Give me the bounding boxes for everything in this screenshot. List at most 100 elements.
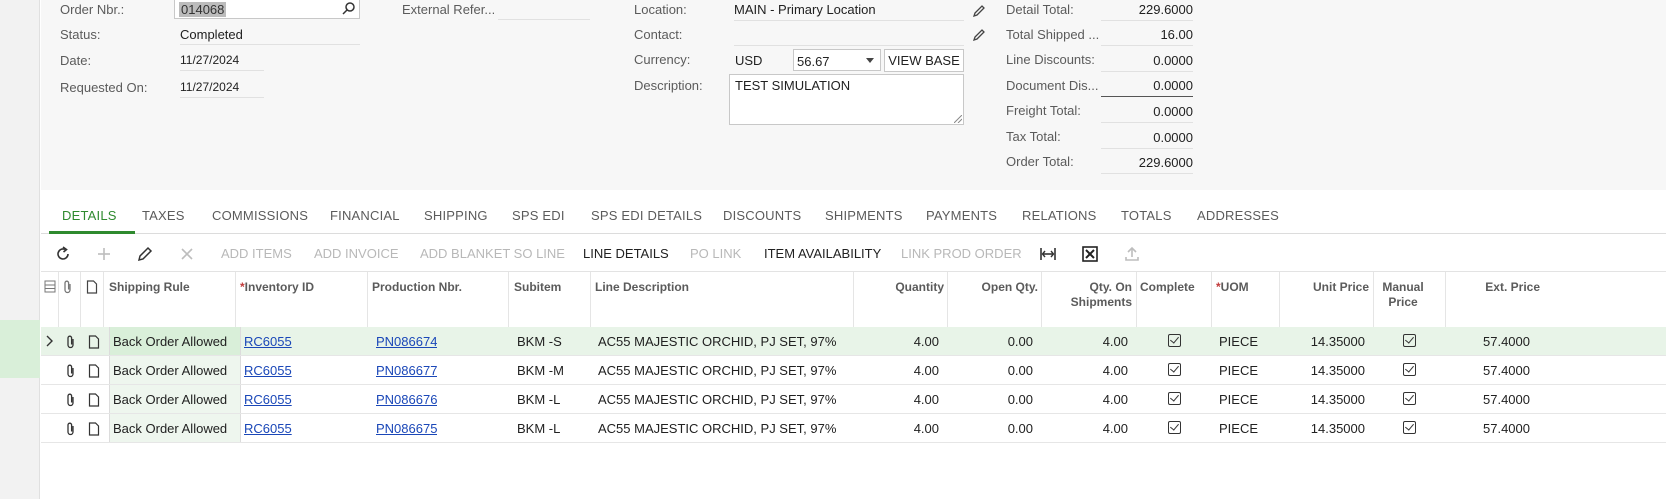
col-shipping-rule[interactable]: Shipping Rule — [109, 280, 190, 295]
completed-checkbox-icon[interactable] — [1168, 421, 1181, 434]
shipping-rule-value: Back Order Allowed — [113, 363, 228, 378]
inventory-id-link[interactable]: RC6055 — [244, 421, 292, 436]
refresh-icon[interactable] — [54, 245, 72, 263]
expand-chevron-icon[interactable] — [46, 335, 54, 347]
contact-pencil-icon[interactable] — [971, 27, 987, 43]
tab-commissions[interactable]: COMMISSIONS — [212, 208, 308, 223]
tab-shipments[interactable]: SHIPMENTS — [825, 208, 903, 223]
upload-icon[interactable] — [1123, 245, 1141, 263]
export-excel-icon[interactable] — [1081, 245, 1099, 263]
view-base-button[interactable]: VIEW BASE — [884, 49, 964, 72]
inventory-id-link[interactable]: RC6055 — [244, 334, 292, 349]
location-value[interactable]: MAIN - Primary Location — [734, 2, 964, 21]
col-ext-price[interactable]: Ext. Price — [1445, 280, 1540, 295]
document-discount-label: Document Dis... — [1006, 78, 1099, 93]
manual-price-checkbox-icon[interactable] — [1403, 334, 1416, 347]
fit-columns-icon[interactable] — [1039, 245, 1057, 263]
quantity-value: 4.00 — [913, 334, 939, 349]
contact-value[interactable] — [734, 27, 964, 46]
shipping-rule-cell[interactable]: Back Order Allowed — [109, 356, 241, 384]
table-row[interactable]: Back Order Allowed RC6055 PN086677 BKM -… — [41, 356, 1666, 385]
tab-taxes[interactable]: TAXES — [142, 208, 185, 223]
location-pencil-icon[interactable] — [971, 3, 987, 19]
add-items-button[interactable]: ADD ITEMS — [221, 246, 292, 261]
manual-price-checkbox-icon[interactable] — [1403, 421, 1416, 434]
note-icon[interactable] — [88, 422, 100, 436]
order-nbr-input[interactable]: 014068 — [174, 0, 360, 19]
shipping-rule-cell[interactable]: Back Order Allowed — [109, 327, 241, 355]
column-settings-icon[interactable] — [44, 280, 56, 293]
note-icon[interactable] — [88, 335, 100, 349]
tab-details[interactable]: DETAILS — [62, 208, 117, 223]
production-nbr-link[interactable]: PN086675 — [376, 421, 437, 436]
table-row[interactable]: Back Order Allowed RC6055 PN086676 BKM -… — [41, 385, 1666, 414]
tab-sps-edi[interactable]: SPS EDI — [512, 208, 565, 223]
col-qty-on-shipments-line1: Qty. On — [1089, 280, 1132, 294]
location-label: Location: — [634, 2, 687, 17]
item-availability-button[interactable]: ITEM AVAILABILITY — [764, 246, 881, 261]
completed-checkbox-icon[interactable] — [1168, 363, 1181, 376]
document-discount-value[interactable]: 0.0000 — [1101, 78, 1193, 97]
attachment-icon[interactable] — [65, 364, 77, 378]
table-row[interactable]: Back Order Allowed RC6055 PN086674 BKM -… — [41, 327, 1666, 356]
external-ref-input[interactable] — [498, 2, 590, 20]
currency-rate-select[interactable]: 56.67 — [793, 49, 881, 71]
production-nbr-link[interactable]: PN086674 — [376, 334, 437, 349]
production-nbr-link[interactable]: PN086676 — [376, 392, 437, 407]
description-textarea[interactable]: TEST SIMULATION — [729, 74, 964, 125]
note-icon[interactable] — [88, 364, 100, 378]
external-ref-label: External Refer... — [402, 2, 494, 17]
date-value[interactable]: 11/27/2024 — [180, 53, 264, 71]
inventory-id-link[interactable]: RC6055 — [244, 363, 292, 378]
note-icon[interactable] — [88, 393, 100, 407]
col-production-nbr[interactable]: Production Nbr. — [372, 280, 462, 295]
completed-checkbox-icon[interactable] — [1168, 334, 1181, 347]
requested-on-value[interactable]: 11/27/2024 — [180, 80, 264, 98]
description-value: TEST SIMULATION — [735, 78, 851, 93]
completed-checkbox-icon[interactable] — [1168, 392, 1181, 405]
manual-price-checkbox-icon[interactable] — [1403, 363, 1416, 376]
shipping-rule-cell[interactable]: Back Order Allowed — [109, 414, 241, 442]
add-invoice-button[interactable]: ADD INVOICE — [314, 246, 399, 261]
attachment-icon[interactable] — [65, 335, 77, 349]
col-subitem[interactable]: Subitem — [514, 280, 561, 295]
description-label: Description: — [634, 78, 703, 93]
tax-total-label: Tax Total: — [1006, 129, 1061, 144]
attachment-icon[interactable] — [65, 393, 77, 407]
col-completed[interactable]: Complete — [1140, 280, 1210, 295]
col-line-description[interactable]: Line Description — [595, 280, 689, 295]
search-icon[interactable] — [342, 1, 356, 15]
shipping-rule-cell[interactable]: Back Order Allowed — [109, 385, 241, 413]
po-link-button[interactable]: PO LINK — [690, 246, 741, 261]
currency-rate-value: 56.67 — [797, 54, 830, 69]
tab-relations[interactable]: RELATIONS — [1022, 208, 1097, 223]
add-blanket-so-line-button[interactable]: ADD BLANKET SO LINE — [420, 246, 565, 261]
order-total-label: Order Total: — [1006, 154, 1074, 169]
col-qty-on-shipments[interactable]: Qty. On Shipments — [1041, 280, 1132, 310]
link-prod-order-button[interactable]: LINK PROD ORDER — [901, 246, 1022, 261]
col-open-qty[interactable]: Open Qty. — [947, 280, 1038, 295]
col-quantity[interactable]: Quantity — [853, 280, 944, 295]
resize-handle-icon[interactable] — [954, 115, 962, 123]
line-details-button[interactable]: LINE DETAILS — [583, 246, 669, 261]
col-uom-header[interactable]: *UOM — [1216, 280, 1249, 295]
tab-addresses[interactable]: ADDRESSES — [1197, 208, 1279, 223]
col-inventory-id-header[interactable]: *Inventory ID — [240, 280, 314, 295]
plus-icon[interactable] — [95, 245, 113, 263]
tab-shipping[interactable]: SHIPPING — [424, 208, 488, 223]
tab-financial[interactable]: FINANCIAL — [330, 208, 400, 223]
col-manual-price[interactable]: Manual Price — [1373, 280, 1433, 310]
tab-discounts[interactable]: DISCOUNTS — [723, 208, 801, 223]
production-nbr-link[interactable]: PN086677 — [376, 363, 437, 378]
attachment-icon[interactable] — [65, 422, 77, 436]
tab-totals[interactable]: TOTALS — [1121, 208, 1172, 223]
inventory-id-link[interactable]: RC6055 — [244, 392, 292, 407]
delete-icon[interactable] — [178, 245, 196, 263]
pencil-icon[interactable] — [136, 245, 154, 263]
dropdown-arrow-icon[interactable] — [866, 58, 874, 63]
col-unit-price[interactable]: Unit Price — [1279, 280, 1369, 295]
tab-payments[interactable]: PAYMENTS — [926, 208, 997, 223]
tab-sps-edi-details[interactable]: SPS EDI DETAILS — [591, 208, 702, 223]
manual-price-checkbox-icon[interactable] — [1403, 392, 1416, 405]
table-row[interactable]: Back Order Allowed RC6055 PN086675 BKM -… — [41, 414, 1666, 443]
